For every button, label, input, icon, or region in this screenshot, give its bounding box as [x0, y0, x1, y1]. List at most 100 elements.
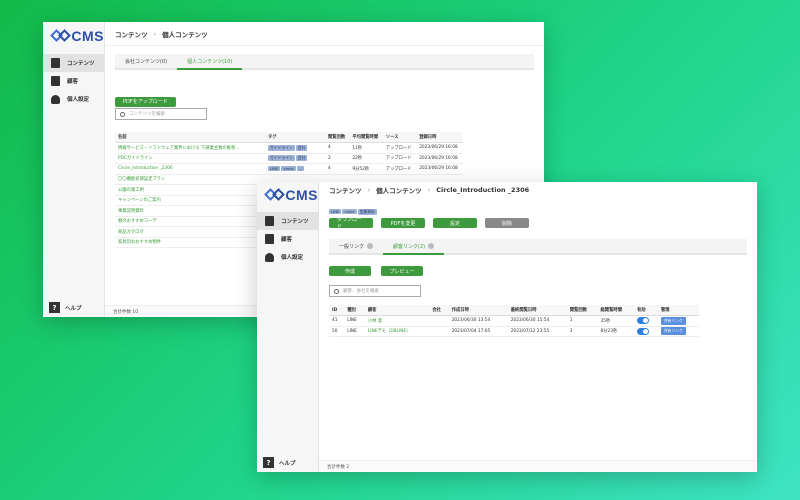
search-input[interactable]: コンテンツを検索 — [115, 108, 207, 120]
cell-id: 50 — [329, 326, 345, 337]
col-header[interactable]: 登録日時 — [416, 132, 463, 143]
crumb-item: Circle_Introduction _2306 — [436, 186, 530, 194]
cell-avg-time: 9分52秒 — [349, 163, 383, 175]
help-label: ヘルプ — [65, 305, 82, 312]
cell-last-viewed: 2023/06/30 15:54 — [507, 315, 567, 327]
download-button[interactable]: ダウンロード — [329, 217, 373, 230]
nav-customers[interactable]: 顧客 — [257, 230, 318, 248]
cell-name-link[interactable]: 商品カタログ — [115, 226, 265, 238]
cell-name-link[interactable]: 〇〇機能初期設定プラン — [115, 174, 265, 185]
crumb-item[interactable]: 個人コンテンツ — [376, 185, 422, 195]
breadcrumb: コンテンツ › 個人コンテンツ — [105, 22, 544, 46]
col-header[interactable]: 閲覧回数 — [566, 305, 598, 316]
col-header[interactable]: タグ — [265, 132, 325, 143]
cell-date: 2023/06/29 16:08 — [416, 142, 463, 154]
upload-wrap: PDFをアップロード — [115, 88, 176, 107]
col-header[interactable]: 会社 — [429, 305, 449, 316]
table-row[interactable]: Circle_Introduction _2306 LINE circle... 4 9… — [115, 163, 463, 175]
cell-name-link[interactable]: Circle_Introduction _2306 — [115, 163, 265, 175]
col-header[interactable]: 総閲覧時間 — [597, 305, 634, 316]
nav-personal-label: 個人設定 — [281, 255, 304, 261]
cell-type: LINE — [344, 315, 365, 327]
change-pdf-button[interactable]: PDFを変更 — [381, 218, 425, 228]
col-header[interactable]: 平均閲覧時間 — [349, 132, 383, 143]
link-actions: 作成 プレビュー — [329, 266, 423, 276]
nav-contents[interactable]: コンテンツ — [43, 54, 104, 72]
col-header[interactable]: 作成日時 — [448, 305, 508, 316]
logo-icon — [264, 188, 285, 202]
nav-contents[interactable]: コンテンツ — [257, 212, 318, 230]
cell-total-time: 35秒 — [597, 315, 634, 327]
tag-badge: 会社 — [295, 155, 308, 162]
col-header[interactable]: 名前 — [115, 132, 265, 143]
total-count: 合計件数 2 — [327, 464, 350, 470]
cell-name-link[interactable]: 家具別おおすすめ物件 — [115, 237, 265, 248]
cell-name-link[interactable]: PDCガイドライン — [115, 153, 265, 164]
tab-company-contents[interactable]: 会社コンテンツ(0) — [115, 54, 177, 68]
col-header[interactable]: 種別 — [344, 305, 365, 316]
create-button[interactable]: 作成 — [329, 266, 371, 276]
tab-customer-links[interactable]: 顧客リンク(2) — [383, 239, 445, 255]
tag-badge: ガイドライン — [268, 144, 295, 151]
tag-badge: LINE — [268, 165, 281, 171]
front-window: CMS コンテンツ 顧客 個人設定 ? ヘルプ コンテンツ › 個人コンテンツ › C… — [257, 182, 757, 472]
breadcrumb: コンテンツ › 個人コンテンツ › Circle_Introduction _230… — [329, 185, 530, 195]
col-header: 有効 — [633, 305, 658, 316]
tab-general-links[interactable]: 一般リンク — [329, 239, 383, 253]
cell-id: 41 — [329, 315, 345, 327]
cell-tags: LINE circle... — [265, 163, 325, 175]
cell-manage: 共有リンク — [657, 315, 699, 327]
crumb-item: 個人コンテンツ — [162, 30, 208, 39]
crumb-item[interactable]: コンテンツ — [115, 29, 148, 39]
cell-source: アップロード — [382, 142, 417, 154]
table-row[interactable]: PDCガイドライン ガイドライン 会社 2 22秒 アップロード 2023/06/29 16… — [115, 153, 463, 164]
enabled-toggle[interactable] — [636, 317, 649, 325]
cell-name-link[interactable]: 事業説明資料 — [115, 205, 265, 217]
settings-button[interactable]: 設定 — [433, 218, 477, 228]
cell-name-link[interactable]: 公園の施工例 — [115, 184, 265, 196]
nav-customers-label: 顧客 — [67, 79, 79, 85]
content-tabs: 会社コンテンツ(0) 個人コンテンツ(10) — [115, 54, 534, 70]
col-header[interactable]: 最終閲覧日時 — [507, 305, 567, 316]
help-icon: ? — [49, 302, 60, 313]
col-header[interactable]: 顧客 — [364, 305, 430, 316]
cell-company — [429, 315, 449, 327]
cell-name-link[interactable]: 春のおすすめコーデ — [115, 216, 265, 227]
share-link-button[interactable]: 共有リンク — [660, 327, 686, 336]
search-icon — [120, 111, 125, 117]
crumb-item[interactable]: コンテンツ — [329, 185, 362, 195]
table-row[interactable]: 41 LINE 小林 潔 2023/06/30 13:54 2023/06/30… — [329, 315, 699, 327]
help-link[interactable]: ? ヘルプ — [43, 302, 104, 313]
preview-button[interactable]: プレビュー — [381, 266, 423, 276]
nav-customers[interactable]: 顧客 — [43, 72, 104, 90]
cell-source: アップロード — [382, 163, 417, 175]
help-link[interactable]: ? ヘルプ — [257, 457, 318, 468]
cell-customer-link[interactable]: LINEデモ（DBLINE） — [364, 326, 430, 337]
customer-search-input[interactable]: 顧客、会社を検索 — [329, 285, 421, 297]
cell-created: 2023/07/04 17:05 — [448, 326, 508, 337]
nav-personal[interactable]: 個人設定 — [257, 248, 318, 266]
tag-badge: LINE — [329, 209, 342, 214]
cell-name-link[interactable]: キャンペーンのご案内 — [115, 195, 265, 206]
enabled-toggle[interactable] — [636, 327, 649, 335]
nav-personal[interactable]: 個人設定 — [43, 90, 104, 108]
cell-name-link[interactable]: 情報サービス・ソフトウェア業界における 下請業主数の推移... — [115, 142, 265, 154]
share-link-button[interactable]: 共有リンク — [660, 316, 686, 325]
cell-customer-link[interactable]: 小林 潔 — [364, 315, 430, 327]
front-main: コンテンツ › 個人コンテンツ › Circle_Introduction _230… — [319, 182, 757, 472]
nav-customers-label: 顧客 — [281, 237, 293, 243]
link-tabs: 一般リンク 顧客リンク(2) — [329, 239, 747, 255]
person-gear-icon — [51, 94, 60, 104]
nav-personal-label: 個人設定 — [67, 97, 90, 103]
table-row[interactable]: 50 LINE LINEデモ（DBLINE） 2023/07/04 17:05 … — [329, 326, 699, 337]
cell-avg-time: 11秒 — [349, 142, 383, 154]
table-row[interactable]: 情報サービス・ソフトウェア業界における 下請業主数の推移... ガイドライン 会社 4… — [115, 142, 463, 154]
front-footer: 合計件数 2 — [319, 460, 757, 472]
cell-views: 3 — [566, 326, 598, 337]
col-header[interactable]: 閲覧回数 — [325, 132, 350, 143]
cell-views: 1 — [566, 315, 598, 327]
col-header[interactable]: ID — [329, 305, 345, 316]
tab-personal-contents[interactable]: 個人コンテンツ(10) — [177, 54, 243, 70]
delete-button[interactable]: 削除 — [485, 218, 529, 228]
upload-pdf-button[interactable]: PDFをアップロード — [115, 96, 176, 107]
